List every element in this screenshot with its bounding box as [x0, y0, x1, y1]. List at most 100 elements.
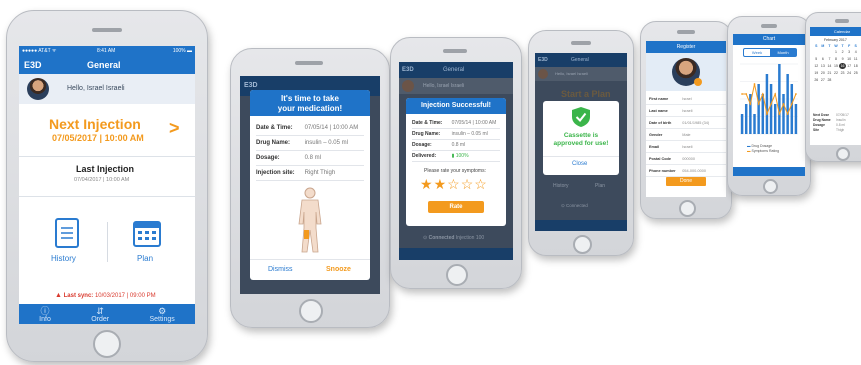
calendar-day[interactable]: 6	[820, 56, 827, 62]
symptoms-point	[782, 103, 785, 105]
plan-button[interactable]: Plan	[127, 218, 167, 268]
calendar-day[interactable]: 18	[852, 63, 859, 69]
form-row[interactable]: First name Israel	[646, 93, 726, 105]
calendar-icon	[133, 221, 161, 247]
calendar-day[interactable]: 1	[833, 49, 840, 55]
next-injection-datetime: 07/05/2017 | 10:00 AM	[52, 133, 144, 143]
form-field-label: Phone number	[649, 168, 676, 173]
form-row[interactable]: Email Israeli	[646, 141, 726, 153]
calendar-day[interactable]: 4	[852, 49, 859, 55]
home-button[interactable]	[299, 299, 323, 323]
form-field-label: Gender	[649, 132, 663, 137]
form-row[interactable]: Last name Israeli	[646, 105, 726, 117]
weekday-label: M	[821, 44, 825, 48]
bluetooth-icon: ⊙	[561, 203, 565, 208]
edit-photo-icon[interactable]	[694, 78, 702, 86]
snooze-button[interactable]: Snooze	[326, 266, 351, 273]
history-button[interactable]: History	[47, 218, 87, 268]
dosage-bar	[740, 114, 744, 134]
legend-item-symptoms: ▬ Symptoms Rating	[747, 149, 780, 153]
dosage-bar	[786, 74, 789, 134]
dim-nav-bar: E3D General	[399, 62, 513, 78]
symptoms-point	[757, 103, 760, 105]
month-label: February 2017	[824, 38, 847, 42]
dose-details: Next Dose 07/05/17 Drug Name Insulin Dosage 0…	[813, 113, 859, 133]
star-filled-icon[interactable]: ★	[434, 176, 448, 192]
calendar-day[interactable]: 20	[820, 70, 827, 76]
symptoms-point	[749, 103, 752, 105]
star-empty-icon[interactable]: ☆	[474, 176, 488, 192]
page-title: Calendar	[833, 29, 851, 34]
symptoms-point	[766, 113, 768, 115]
form-field-value: Israel	[682, 96, 692, 101]
weekday-label: S	[854, 44, 857, 48]
tab-settings[interactable]: ⚙ Settings	[149, 306, 174, 323]
calendar-day[interactable]: 8	[833, 56, 840, 62]
calendar-day[interactable]: 27	[820, 77, 827, 83]
home-button[interactable]	[679, 200, 696, 217]
home-button[interactable]	[763, 179, 778, 194]
tab-month[interactable]: Month	[770, 49, 796, 56]
dosage-bar	[765, 74, 769, 134]
home-button[interactable]	[446, 264, 468, 286]
calendar-day[interactable]: 25	[852, 70, 859, 76]
tab-week[interactable]: Week	[744, 49, 770, 56]
home-button[interactable]	[836, 147, 850, 161]
connected-detail: Injection 100	[455, 235, 485, 241]
info-row: Drug Name: insulin – 0.05 ml	[256, 135, 364, 151]
star-empty-icon[interactable]: ☆	[461, 176, 475, 192]
profile-header	[646, 53, 726, 91]
modal-header: Injection Successful!	[406, 98, 506, 114]
gear-icon: ⚙	[158, 305, 167, 316]
weekday-label: W	[834, 44, 838, 48]
close-button[interactable]: Close	[572, 161, 587, 167]
modal-title-line2: your medication!	[277, 104, 343, 113]
phone-speaker	[835, 19, 849, 23]
sync-value: 10/03/2017 | 09:00 PM	[94, 293, 156, 299]
done-button[interactable]: Done	[666, 177, 706, 186]
calendar-day[interactable]: 11	[852, 56, 859, 62]
brand-logo[interactable]: E3D	[24, 60, 42, 70]
tab-bar: ⓘ Info ⇵ Order ⚙ Settings	[19, 304, 195, 324]
status-bar: ●●●●● AT&T ᯤ 8:41 AM 100% ▬	[19, 46, 195, 56]
star-rating[interactable]: ★★☆☆☆	[420, 176, 488, 193]
calendar-day[interactable]: 3	[846, 49, 853, 55]
connected-label: Connected	[428, 235, 455, 241]
info-icon: ⓘ	[40, 305, 50, 316]
form-row[interactable]: Gender Male	[646, 129, 726, 141]
calendar-grid: S M T W T F S 1 2 3 4 5 6 7 8 9 10 11 12 13 14 15 16 17 18 19 20 21…	[813, 44, 859, 90]
form-field-value: Israeli	[682, 144, 693, 149]
screen-success: E3D General Hello, Israel Israeli Inject…	[399, 62, 513, 260]
tab-info[interactable]: ⓘ Info	[39, 306, 51, 323]
calendar-day[interactable]: 13	[820, 63, 827, 69]
home-button[interactable]	[573, 235, 592, 254]
calendar-day[interactable]: 22	[833, 70, 840, 76]
form-row[interactable]: Date of birth 01/01/1985 (34)	[646, 117, 726, 129]
calendar-day[interactable]: 10	[846, 56, 853, 62]
detail-row: Site Thigh	[813, 128, 859, 133]
home-button[interactable]	[93, 330, 121, 358]
tab-order[interactable]: ⇵ Order	[91, 306, 109, 323]
nav-bar: E3D General	[19, 56, 195, 74]
star-empty-icon[interactable]: ☆	[447, 176, 461, 192]
rate-button[interactable]: Rate	[428, 201, 484, 213]
form-row[interactable]: Postal Code 000000	[646, 153, 726, 165]
bluetooth-icon: ⊙	[423, 235, 428, 241]
calendar-day[interactable]: 15	[833, 63, 840, 69]
next-injection-card[interactable]: Next Injection 07/05/2017 | 10:00 AM >	[19, 104, 195, 157]
calendar-day[interactable]: 24	[846, 70, 853, 76]
symptoms-point	[790, 103, 793, 105]
dosage-bar	[778, 64, 781, 134]
calendar-day[interactable]: 17	[846, 63, 853, 69]
form-field-value: 000000	[682, 156, 695, 161]
star-filled-icon[interactable]: ★	[420, 176, 434, 192]
dosage-bar	[769, 84, 773, 134]
form-row[interactable]: Phone number 054-000-0000	[646, 165, 726, 177]
chevron-right-icon[interactable]: >	[169, 118, 180, 139]
phone-register: Register First name Israel Last name Israel…	[640, 21, 732, 219]
calendar-day	[813, 84, 820, 90]
dismiss-button[interactable]: Dismiss	[268, 266, 293, 273]
battery-text: 100% ▬	[172, 48, 192, 54]
symptoms-point	[770, 103, 772, 105]
screen-calendar: Calendar February 2017 SMTWTFS1234567891…	[810, 27, 861, 145]
